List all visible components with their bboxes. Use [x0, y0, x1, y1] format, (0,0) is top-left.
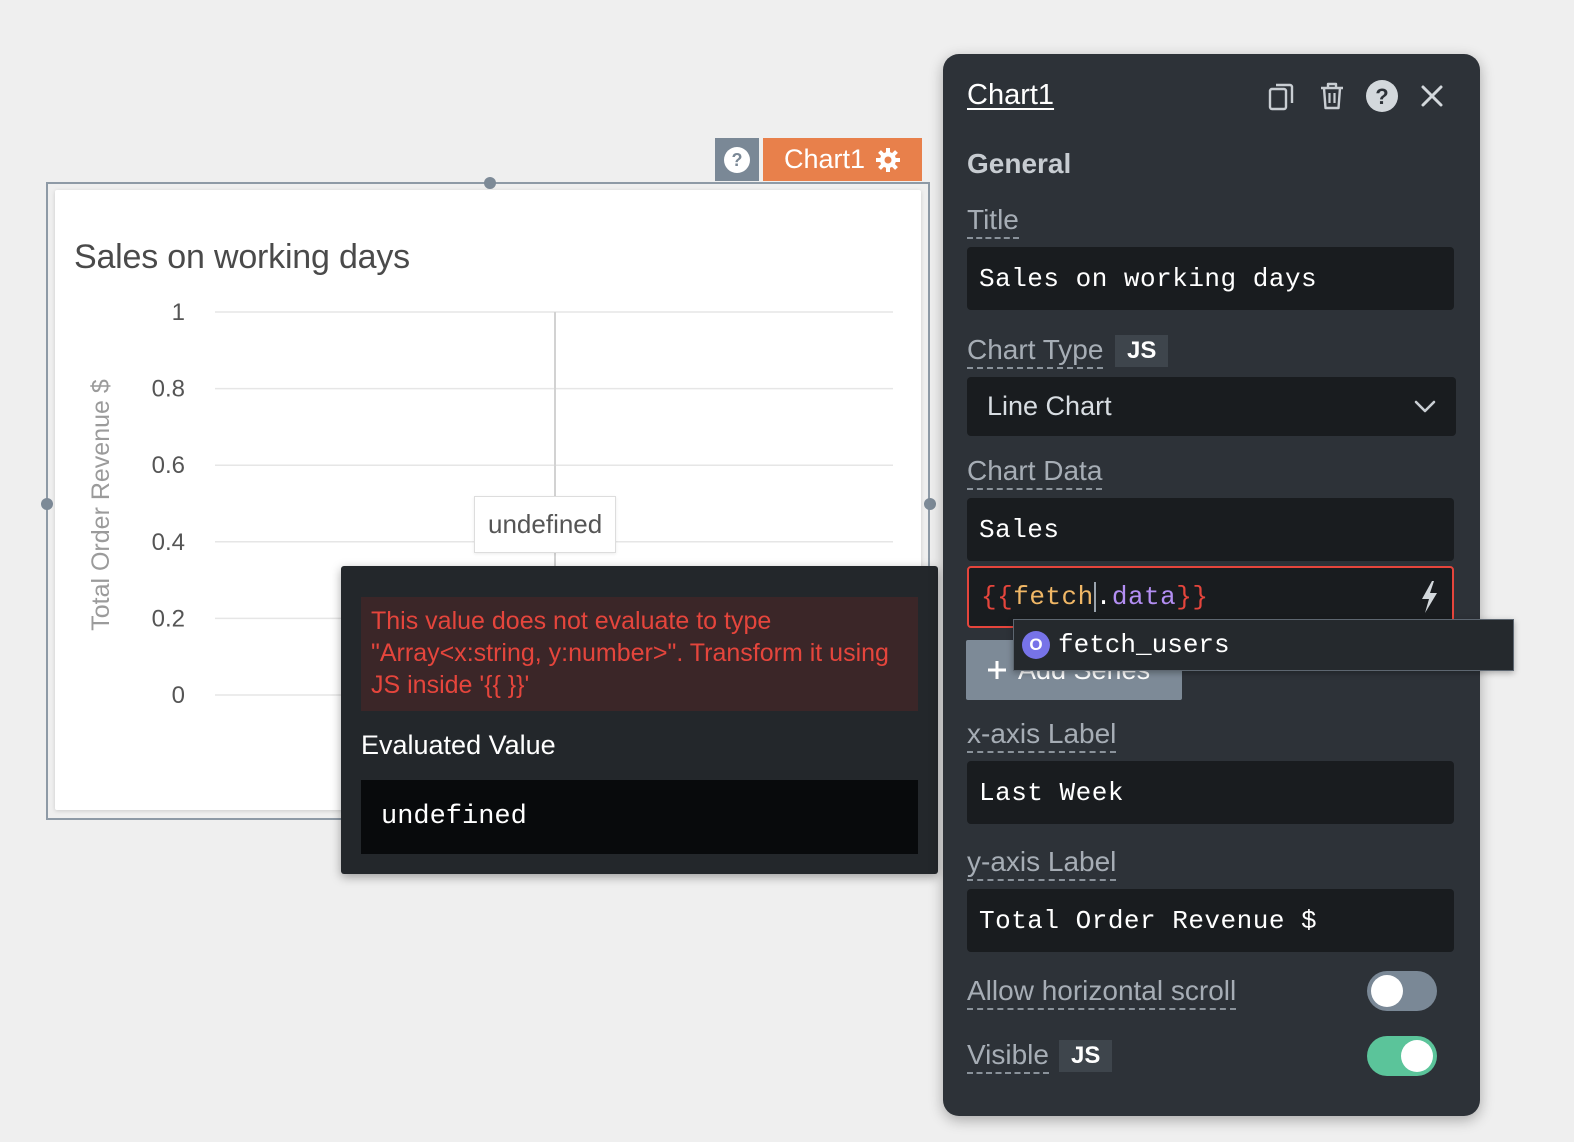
- help-glyph: ?: [732, 150, 743, 170]
- property-pane: Chart1 ? General Title Sales on working …: [943, 54, 1480, 1116]
- visible-toggle[interactable]: [1367, 1036, 1437, 1076]
- help-circle-icon: ?: [1366, 80, 1398, 112]
- title-label: Title: [967, 204, 1019, 239]
- plus-icon: [988, 661, 1006, 679]
- chart-type-dropdown[interactable]: Line Chart: [967, 377, 1456, 436]
- visible-js-toggle[interactable]: JS: [1059, 1040, 1113, 1072]
- horizontal-scroll-toggle[interactable]: [1367, 971, 1437, 1011]
- widget-help-button[interactable]: ?: [715, 138, 759, 181]
- trash-icon: [1321, 82, 1343, 110]
- copy-icon: [1268, 83, 1294, 111]
- horizontal-scroll-label: Allow horizontal scroll: [967, 975, 1237, 1010]
- y-tick-label: 0.2: [152, 605, 185, 632]
- evaluated-value-label: Evaluated Value: [361, 730, 556, 760]
- y-axis-title: Total Order Revenue $: [87, 379, 115, 631]
- y-tick-label: 0.4: [152, 529, 185, 556]
- delete-widget-button[interactable]: [1314, 78, 1350, 114]
- chart-type-value: Line Chart: [987, 391, 1112, 421]
- evaluation-error-popover: This value does not evaluate to type "Ar…: [341, 566, 938, 874]
- object-type-icon: O: [1022, 631, 1050, 659]
- section-general-heading[interactable]: General: [967, 148, 1071, 180]
- resize-handle-left[interactable]: [41, 498, 53, 510]
- toggle-knob: [1371, 975, 1403, 1007]
- chart-type-label: Chart Type: [967, 334, 1104, 369]
- code-token-close: }}: [1176, 581, 1209, 612]
- chart-tooltip: undefined: [474, 496, 617, 553]
- lightning-icon[interactable]: [1418, 580, 1440, 614]
- code-token-fetch: fetch: [1013, 581, 1094, 612]
- title-input[interactable]: Sales on working days: [967, 247, 1454, 310]
- error-message: This value does not evaluate to type "Ar…: [361, 597, 918, 711]
- chart-type-js-toggle[interactable]: JS: [1115, 335, 1169, 367]
- toggle-knob: [1401, 1040, 1433, 1072]
- x-axis-label-input[interactable]: Last Week: [967, 761, 1454, 824]
- close-icon: [1421, 85, 1443, 107]
- pane-widget-name[interactable]: Chart1: [967, 79, 1054, 112]
- chart-data-label: Chart Data: [967, 455, 1103, 490]
- resize-handle-top[interactable]: [484, 177, 496, 189]
- visible-label: Visible: [967, 1039, 1049, 1074]
- chevron-down-icon: [1414, 400, 1436, 412]
- code-token-open: {{: [981, 581, 1014, 612]
- widget-name-tag[interactable]: Chart1: [763, 138, 922, 181]
- autocomplete-item[interactable]: fetch_users: [1058, 630, 1230, 660]
- code-token-data: data: [1111, 581, 1177, 612]
- close-pane-button[interactable]: [1414, 78, 1450, 114]
- y-tick-label: 0.6: [152, 452, 185, 479]
- autocomplete-dropdown[interactable]: O fetch_users: [1013, 619, 1514, 671]
- y-tick-label: 0: [172, 682, 185, 709]
- code-token-dot: .: [1095, 581, 1112, 612]
- series-name-input[interactable]: Sales: [967, 498, 1454, 561]
- copy-widget-button[interactable]: [1263, 78, 1299, 114]
- gear-icon: [876, 147, 901, 172]
- y-axis-label-title: y-axis Label: [967, 846, 1117, 881]
- help-circle-glyph: ?: [1375, 84, 1388, 109]
- evaluated-value-box: undefined: [361, 780, 918, 854]
- y-axis-ticks: 1 0.8 0.6 0.4 0.2 0: [152, 299, 185, 709]
- help-icon: ?: [724, 146, 750, 173]
- y-tick-label: 0.8: [152, 376, 185, 403]
- chart-title: Sales on working days: [74, 238, 410, 276]
- series-data-code: {{fetch.data}}: [981, 581, 1209, 613]
- resize-handle-right[interactable]: [924, 498, 936, 510]
- y-tick-label: 1: [172, 299, 185, 326]
- pane-help-button[interactable]: ?: [1364, 78, 1400, 114]
- widget-name-label: Chart1: [783, 144, 866, 174]
- x-axis-label-title: x-axis Label: [967, 718, 1117, 753]
- y-axis-label-input[interactable]: Total Order Revenue $: [967, 889, 1454, 952]
